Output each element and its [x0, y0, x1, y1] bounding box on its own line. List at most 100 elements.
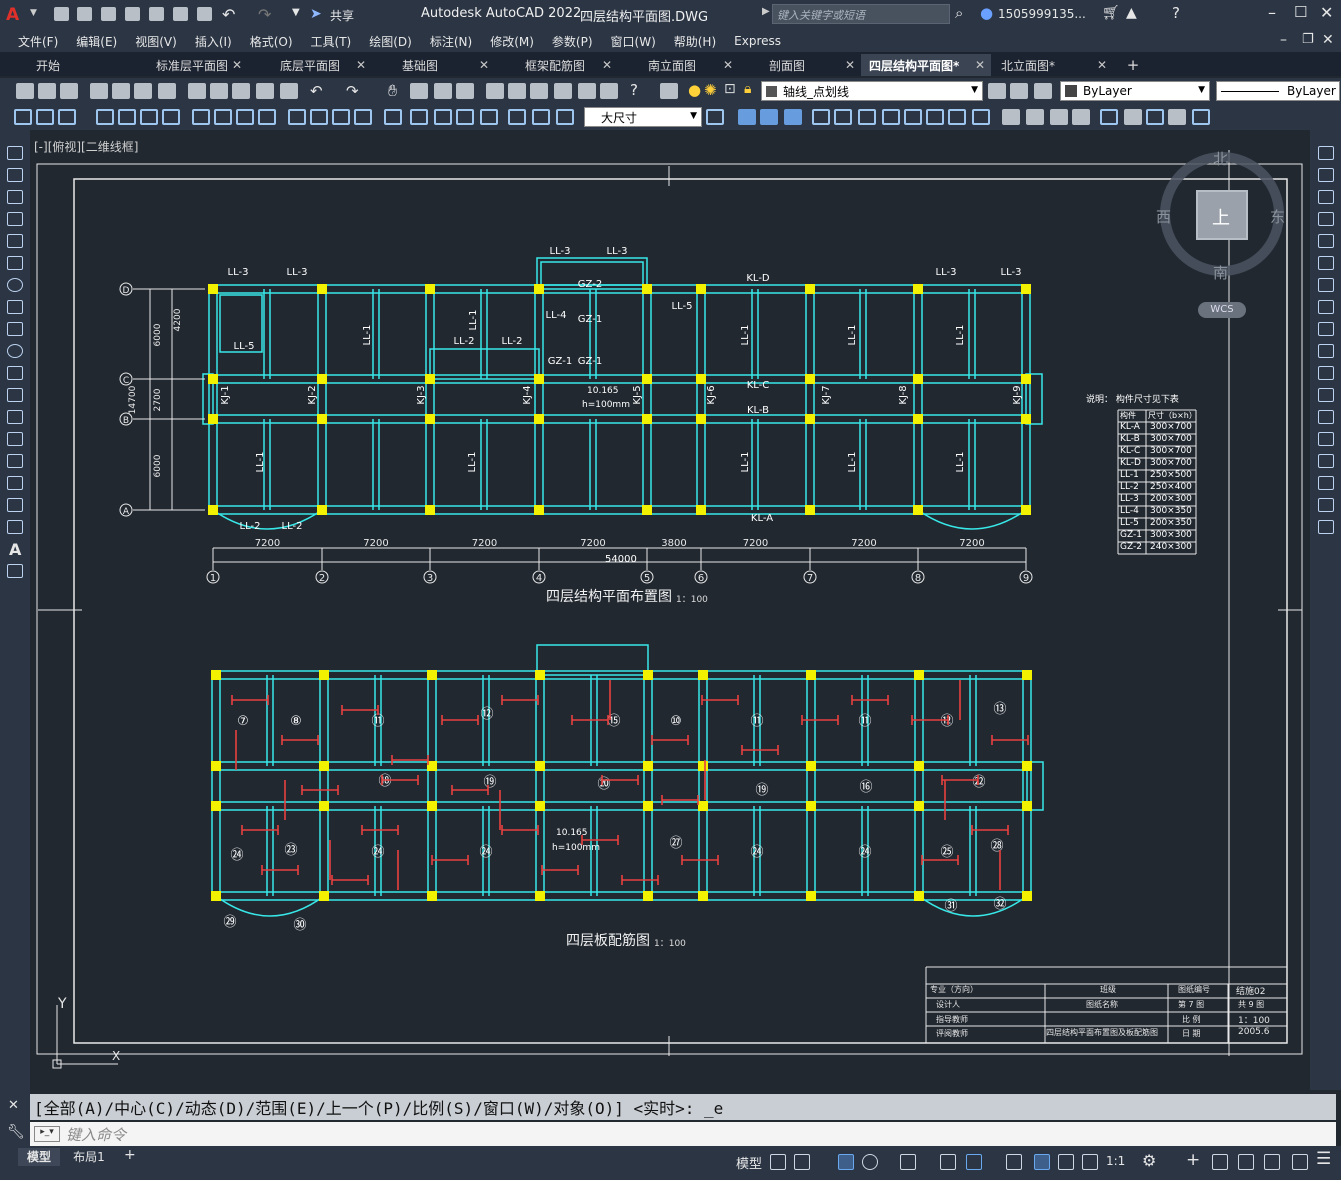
line-icon[interactable] — [7, 146, 23, 160]
copy-icon[interactable] — [1318, 168, 1334, 182]
menu-file[interactable]: 文件(F) — [0, 33, 67, 50]
point-icon[interactable] — [7, 432, 23, 446]
isodraft-icon[interactable] — [900, 1154, 916, 1170]
close-command-icon[interactable]: ✕ — [8, 1098, 19, 1113]
redo-icon[interactable]: ↷ — [346, 82, 359, 100]
qnew-icon[interactable] — [16, 83, 34, 99]
dim-ordinate-icon[interactable] — [96, 109, 114, 125]
hatch-icon[interactable] — [7, 454, 23, 468]
search-input[interactable]: 键入关键字或短语 — [772, 4, 950, 24]
open-web-icon[interactable] — [149, 7, 164, 21]
new-tab-plus-icon[interactable]: + — [1113, 54, 1153, 76]
offset-icon[interactable] — [834, 109, 852, 125]
insert-block-icon[interactable] — [7, 388, 23, 402]
tab-south-elevation[interactable]: 南立面图 ✕ — [618, 54, 739, 76]
add-selected-icon[interactable] — [7, 564, 23, 578]
plot-preview-icon[interactable] — [112, 83, 130, 99]
doc-restore-icon[interactable]: ❐ — [1302, 32, 1314, 47]
dim-edit-icon[interactable] — [434, 109, 452, 125]
stretch-icon[interactable] — [784, 109, 802, 125]
doc-minimize-icon[interactable]: – — [1280, 32, 1287, 48]
tab-fourth-floor-structure[interactable]: 四层结构平面图* ✕ — [861, 54, 991, 76]
pan-icon[interactable]: ✋︎ — [388, 81, 397, 101]
color-dropdown[interactable]: ByLayer ▼ — [1060, 81, 1210, 101]
tab-standard-floor[interactable]: 标准层平面图 ✕ — [124, 54, 248, 76]
block-editor-icon[interactable] — [280, 83, 298, 99]
object-snap-icon[interactable] — [966, 1154, 982, 1170]
move-icon[interactable] — [738, 109, 756, 125]
paste-icon[interactable] — [232, 83, 250, 99]
annotation-visibility-icon[interactable] — [1034, 1154, 1050, 1170]
zoom-window-icon[interactable] — [434, 83, 452, 99]
object-snap-tracking-icon[interactable] — [940, 1154, 956, 1170]
add-layout-plus-icon[interactable]: + — [124, 1147, 136, 1163]
close-icon[interactable]: ✕ — [479, 58, 489, 72]
dim-angular-icon[interactable] — [192, 109, 210, 125]
dim-text-edit-icon[interactable] — [456, 109, 474, 125]
save-as-icon[interactable] — [125, 7, 140, 21]
tool-palettes-icon[interactable] — [530, 83, 548, 99]
circle-icon[interactable] — [7, 278, 23, 292]
redo-icon[interactable]: ↷ — [258, 5, 271, 24]
fullscreen-icon[interactable] — [1292, 1154, 1308, 1170]
join-icon[interactable] — [1318, 432, 1334, 446]
viewcube-north[interactable]: 北 — [1213, 148, 1228, 169]
auto-scale-icon[interactable] — [1058, 1154, 1074, 1170]
chamfer-icon[interactable] — [1318, 454, 1334, 468]
menu-view[interactable]: 视图(V) — [126, 33, 186, 50]
fillet-icon[interactable] — [1318, 476, 1334, 490]
3d-print-icon[interactable] — [158, 83, 176, 99]
dim-override-icon[interactable] — [532, 109, 550, 125]
zoom-realtime-icon[interactable] — [410, 83, 428, 99]
close-icon[interactable]: ✕ — [602, 58, 612, 72]
region-icon[interactable] — [7, 498, 23, 512]
menu-modify[interactable]: 修改(M) — [481, 33, 543, 50]
table-icon[interactable] — [7, 520, 23, 534]
polar-icon[interactable] — [862, 1154, 878, 1170]
fillet-icon[interactable] — [1002, 109, 1020, 125]
annotation-scale-value[interactable]: 1:1 — [1106, 1154, 1125, 1168]
customize-wrench-icon[interactable]: 🔧︎ — [7, 1124, 25, 1140]
menu-help[interactable]: 帮助(H) — [665, 33, 725, 50]
dim-linear-icon[interactable] — [14, 109, 32, 125]
share-label[interactable]: 共享 — [330, 7, 354, 24]
scale-icon[interactable] — [904, 109, 922, 125]
menu-window[interactable]: 窗口(W) — [602, 33, 665, 50]
revcloud-icon[interactable] — [7, 300, 23, 314]
viewcube-east[interactable]: 东 — [1270, 206, 1285, 227]
help-icon[interactable]: ? — [1172, 4, 1180, 22]
dim-diameter-icon[interactable] — [162, 109, 180, 125]
snap-icon[interactable] — [794, 1154, 810, 1170]
menu-parametric[interactable]: 参数(P) — [543, 33, 602, 50]
insert-block-icon[interactable] — [1100, 109, 1118, 125]
publish-icon[interactable] — [134, 83, 152, 99]
center-mark-icon[interactable] — [354, 109, 372, 125]
xref-icon[interactable] — [1192, 109, 1210, 125]
spline-icon[interactable] — [7, 322, 23, 336]
explode-icon[interactable] — [1318, 520, 1334, 534]
dim-continue-icon[interactable] — [258, 109, 276, 125]
open-file-icon[interactable] — [77, 7, 92, 21]
dim-reassociate-icon[interactable] — [556, 109, 574, 125]
dim-jogged-linear-icon[interactable] — [410, 109, 428, 125]
undo-icon[interactable]: ↶ — [310, 82, 323, 100]
wblock-icon[interactable] — [1168, 109, 1186, 125]
tab-ground-floor[interactable]: 底层平面图 ✕ — [248, 54, 372, 76]
chamfer-icon[interactable] — [1026, 109, 1044, 125]
menu-tools[interactable]: 工具(T) — [302, 33, 361, 50]
close-icon[interactable]: ✕ — [1097, 58, 1107, 72]
make-current-layer-icon[interactable] — [988, 83, 1006, 99]
make-block-icon[interactable] — [1124, 109, 1142, 125]
help-icon[interactable]: ? — [630, 81, 638, 99]
menu-express[interactable]: Express — [725, 34, 790, 48]
dim-break-icon[interactable] — [310, 109, 328, 125]
dim-space-icon[interactable] — [288, 109, 306, 125]
mirror-icon[interactable] — [1318, 190, 1334, 204]
layer-dropdown[interactable]: 轴线_点划线 ▼ — [761, 81, 983, 101]
rotate-icon[interactable] — [882, 109, 900, 125]
autodesk-app-icon[interactable]: ▲ — [1126, 5, 1137, 21]
explode-icon[interactable] — [1050, 109, 1068, 125]
copy-icon[interactable] — [210, 83, 228, 99]
arc-icon[interactable] — [7, 256, 23, 270]
array-icon[interactable] — [1318, 234, 1334, 248]
